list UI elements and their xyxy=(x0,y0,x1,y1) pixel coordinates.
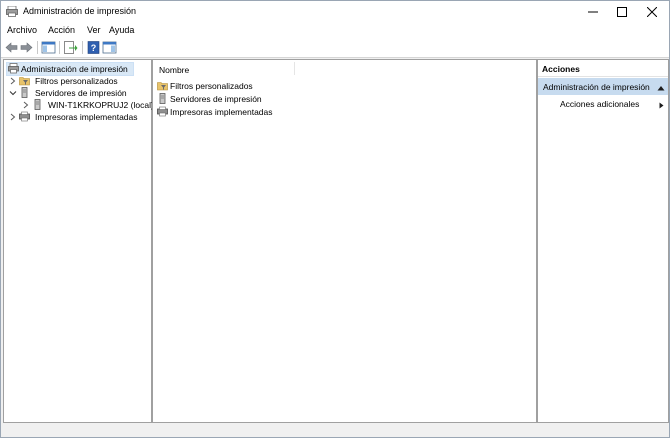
svg-text:?: ? xyxy=(91,43,97,53)
show-hide-action-pane-button[interactable] xyxy=(102,40,117,55)
print-management-icon xyxy=(8,63,19,74)
tree-label: Filtros personalizados xyxy=(35,76,118,86)
toolbar-separator xyxy=(37,41,38,54)
export-list-button[interactable] xyxy=(63,40,78,55)
server-icon xyxy=(19,87,30,98)
menu-bar: Archivo Acción Ver Ayuda xyxy=(1,22,669,38)
list-column-header[interactable]: Nombre xyxy=(153,60,536,78)
forward-arrow-icon xyxy=(20,42,33,53)
maximize-icon xyxy=(617,6,627,17)
printer-icon xyxy=(157,106,168,117)
show-hide-tree-button[interactable] xyxy=(41,40,56,55)
tree-label: WIN-T1KRKOPRUJ2 (local) xyxy=(48,100,154,110)
forward-button[interactable] xyxy=(19,40,34,55)
show-hide-action-pane-icon xyxy=(102,41,117,54)
minimize-icon xyxy=(588,11,598,12)
toolbar-separator xyxy=(82,41,83,54)
help-button[interactable]: ? xyxy=(86,40,101,55)
chevron-right-icon[interactable] xyxy=(22,100,30,110)
filter-folder-icon xyxy=(19,75,30,86)
title-bar[interactable]: Administración de impresión xyxy=(1,1,669,22)
chevron-right-icon[interactable] xyxy=(9,76,17,86)
chevron-down-icon[interactable] xyxy=(9,88,17,98)
help-icon: ? xyxy=(87,41,100,54)
tree-item-impresoras[interactable]: Impresoras implementadas xyxy=(6,111,146,123)
tree-label: Impresoras implementadas xyxy=(35,112,138,122)
filter-folder-icon xyxy=(157,80,168,91)
actions-header: Acciones xyxy=(538,60,668,77)
actions-title: Acciones xyxy=(542,64,580,74)
server-icon xyxy=(157,93,168,104)
column-name[interactable]: Nombre xyxy=(159,65,189,75)
menu-archivo[interactable]: Archivo xyxy=(7,25,37,35)
submenu-arrow-icon[interactable] xyxy=(659,101,664,111)
tree-item-root[interactable]: Administración de impresión xyxy=(6,62,146,76)
toolbar-separator xyxy=(59,41,60,54)
tree-item-servidores[interactable]: Servidores de impresión xyxy=(6,87,146,99)
printer-icon xyxy=(19,111,30,122)
server-icon xyxy=(32,99,43,110)
maximize-button[interactable] xyxy=(608,1,636,22)
back-arrow-icon xyxy=(5,42,18,53)
minimize-button[interactable] xyxy=(579,1,607,22)
mmc-window: Administración de impresión Archivo Acci… xyxy=(0,0,670,438)
collapse-up-icon[interactable] xyxy=(657,83,665,93)
list-item-label: Servidores de impresión xyxy=(170,94,262,104)
menu-ver[interactable]: Ver xyxy=(87,25,101,35)
menu-accion[interactable]: Acción xyxy=(48,25,75,35)
toolbar: ? xyxy=(1,38,669,58)
tree-label: Administración de impresión xyxy=(21,64,128,74)
actions-pane: Acciones Administración de impresión Acc… xyxy=(537,59,669,423)
action-more-actions[interactable]: Acciones adicionales xyxy=(560,99,639,109)
print-management-icon xyxy=(6,5,18,17)
export-list-icon xyxy=(64,41,78,54)
back-button[interactable] xyxy=(4,40,19,55)
actions-section-header[interactable]: Administración de impresión xyxy=(538,78,668,95)
status-bar xyxy=(1,423,669,437)
actions-section-label: Administración de impresión xyxy=(543,82,650,92)
tree-label: Servidores de impresión xyxy=(35,88,127,98)
show-hide-tree-icon xyxy=(41,41,56,54)
window-title: Administración de impresión xyxy=(23,6,137,16)
column-divider[interactable] xyxy=(294,62,295,75)
tree-item-filtros[interactable]: Filtros personalizados xyxy=(6,75,146,87)
results-pane: Nombre Filtros personalizados Servidores… xyxy=(152,59,537,423)
list-item-label: Filtros personalizados xyxy=(170,81,253,91)
tree-item-server-local[interactable]: WIN-T1KRKOPRUJ2 (local) xyxy=(6,99,154,111)
menu-ayuda[interactable]: Ayuda xyxy=(109,25,134,35)
close-icon xyxy=(647,6,657,17)
list-item-label: Impresoras implementadas xyxy=(170,107,273,117)
console-tree: Administración de impresión Filtros pers… xyxy=(3,59,154,423)
close-button[interactable] xyxy=(638,1,666,22)
chevron-right-icon[interactable] xyxy=(9,112,17,122)
